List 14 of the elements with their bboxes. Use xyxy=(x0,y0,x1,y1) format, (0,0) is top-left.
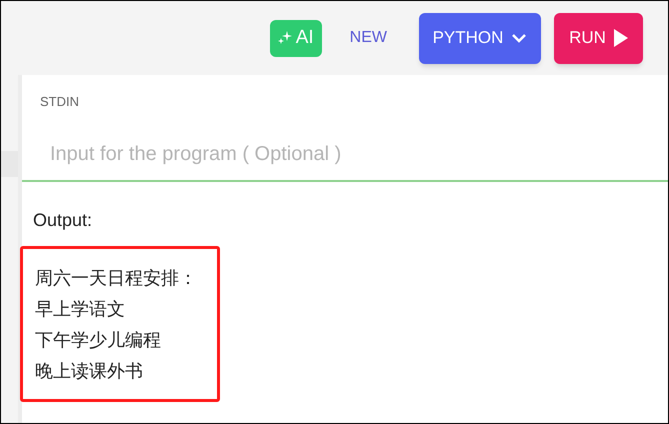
stdin-label: STDIN xyxy=(40,93,80,111)
output-line: 早上学语文 xyxy=(35,298,126,320)
side-tab[interactable] xyxy=(1,151,18,177)
output-line: 下午学少儿编程 xyxy=(35,328,162,352)
output-line: 周六一天日程安排： xyxy=(35,266,198,290)
chevron-down-icon xyxy=(511,33,528,43)
output-line: 晚上读课外书 xyxy=(35,360,144,382)
sparkle-icon xyxy=(278,31,292,45)
output-label: Output: xyxy=(33,208,94,232)
stdin-field[interactable]: Input for the program ( Optional ) xyxy=(22,130,668,182)
language-dropdown[interactable]: PYTHON xyxy=(419,12,541,64)
run-button[interactable]: RUN xyxy=(554,12,643,64)
new-button[interactable]: NEW xyxy=(346,26,391,50)
play-icon xyxy=(614,29,628,47)
